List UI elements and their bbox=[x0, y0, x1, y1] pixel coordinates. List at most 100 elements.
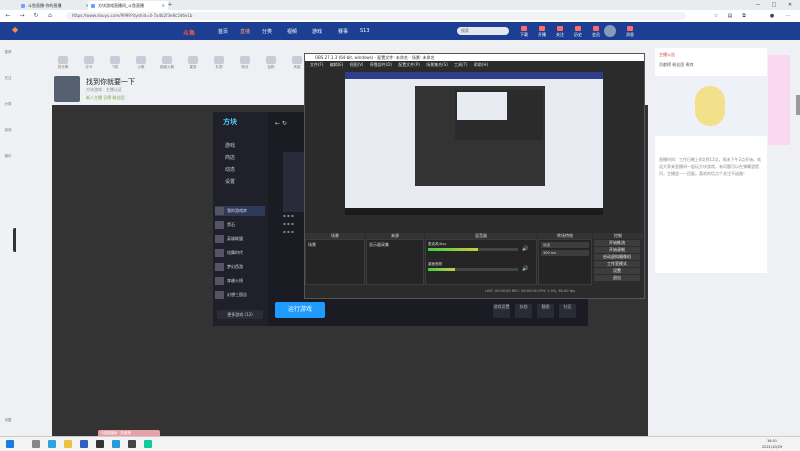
obs-menu-item[interactable]: 视图(V) bbox=[350, 62, 364, 67]
obs-menu-item[interactable]: 工具(T) bbox=[454, 62, 468, 67]
game-list-item[interactable]: 黑石 bbox=[215, 220, 265, 230]
gift-item[interactable]: 火箭 bbox=[130, 56, 152, 70]
save-button[interactable]: 存档 bbox=[515, 304, 532, 318]
sidebar-item-ent[interactable]: 娱乐 bbox=[2, 154, 14, 159]
scene-item[interactable]: 场景 bbox=[308, 242, 316, 248]
nav-game[interactable]: 游戏 bbox=[312, 28, 322, 35]
sidebar-item-game[interactable]: 游戏 bbox=[2, 128, 14, 133]
history-icon[interactable]: 历史 bbox=[572, 26, 584, 38]
obs-menu-item[interactable]: 编辑(E) bbox=[330, 62, 344, 67]
start-streaming-button[interactable]: 开始推流 bbox=[594, 240, 640, 246]
obs-menu-item[interactable]: 停靠部件(D) bbox=[370, 62, 392, 67]
back-button[interactable]: ← bbox=[4, 12, 12, 20]
launcher-back-icon[interactable]: ← ↻ bbox=[275, 120, 287, 127]
profile-icon[interactable]: ● bbox=[768, 12, 776, 20]
obs-icon[interactable] bbox=[96, 440, 104, 448]
obs-menu-item[interactable]: 帮助(H) bbox=[474, 62, 488, 67]
browser-tab-active[interactable]: 方块游戏直播间_斗鱼直播 ✕ bbox=[88, 1, 168, 10]
edge-icon[interactable] bbox=[48, 440, 56, 448]
store-icon[interactable] bbox=[80, 440, 88, 448]
game-icon[interactable] bbox=[112, 440, 120, 448]
sidebar-item-recommend[interactable]: 推荐 bbox=[2, 50, 14, 55]
streamer-avatar[interactable] bbox=[54, 76, 80, 102]
close-window-button[interactable]: ✕ bbox=[784, 1, 796, 9]
nav-s13[interactable]: S13 bbox=[360, 28, 370, 34]
rank-tabs[interactable]: 贡献榜 粉丝团 贵宾 bbox=[659, 62, 694, 68]
volume-icon[interactable]: 🔊 bbox=[522, 246, 528, 252]
gift-item[interactable]: 礼物 bbox=[208, 56, 230, 70]
gift-item[interactable]: 星辰 bbox=[182, 56, 204, 70]
new-tab-button[interactable]: + bbox=[164, 1, 176, 9]
obs-menu-item[interactable]: 文件(F) bbox=[310, 62, 323, 67]
more-games-button[interactable]: 更多游戏 (12) bbox=[217, 310, 263, 319]
user-avatar[interactable] bbox=[604, 25, 616, 37]
game-list-item[interactable]: 幻想三国志 bbox=[215, 290, 265, 300]
game-list-item[interactable]: 穿越火线 bbox=[215, 276, 265, 286]
community-button[interactable]: 社区 bbox=[559, 304, 576, 318]
studio-mode-button[interactable]: 工作室模式 bbox=[594, 261, 640, 267]
app-icon[interactable] bbox=[128, 440, 136, 448]
game-settings-button[interactable]: 游戏设置 bbox=[493, 304, 510, 318]
collections-icon[interactable]: ▤ bbox=[726, 12, 734, 20]
transition-select[interactable]: 淡出 bbox=[541, 242, 589, 248]
launcher-menu-item[interactable]: 商店 bbox=[225, 154, 235, 161]
gift-item[interactable]: 飞机 bbox=[104, 56, 126, 70]
home-button[interactable]: ⌂ bbox=[46, 12, 54, 20]
virtual-camera-button[interactable]: 启动虚拟摄像机 bbox=[594, 254, 640, 260]
game-list-item[interactable]: 英雄联盟 bbox=[215, 234, 265, 244]
source-item[interactable]: 显示器采集 bbox=[369, 242, 389, 248]
transition-duration[interactable]: 300 ms bbox=[541, 250, 589, 256]
launcher-menu-item[interactable]: 游戏 bbox=[225, 142, 235, 149]
forward-button[interactable]: → bbox=[18, 12, 26, 20]
more-icon[interactable]: ⋯ bbox=[784, 12, 792, 20]
gift-item[interactable]: 钻粉 bbox=[260, 56, 282, 70]
volume-icon[interactable]: 🔊 bbox=[522, 266, 528, 272]
minimize-button[interactable]: — bbox=[752, 1, 764, 9]
sidebar-settings[interactable]: 设置 bbox=[2, 418, 14, 423]
download-icon[interactable]: 下载 bbox=[518, 26, 530, 38]
nav-home[interactable]: 首页 bbox=[218, 28, 228, 35]
obs-menu-item[interactable]: 配置文件(P) bbox=[398, 62, 420, 67]
star-icon[interactable]: ☆ bbox=[712, 12, 720, 20]
site-search-input[interactable]: 搜索 bbox=[457, 27, 509, 35]
game-list-item[interactable]: 炫舞时代 bbox=[215, 248, 265, 258]
extensions-icon[interactable]: ⧉ bbox=[740, 12, 748, 20]
game-list-item[interactable]: 我的游戏库 bbox=[215, 206, 265, 216]
gift-item[interactable]: 超级火箭 bbox=[156, 56, 178, 70]
scrollbar-thumb[interactable] bbox=[796, 95, 800, 115]
message-icon[interactable]: 消息 bbox=[624, 26, 636, 38]
clock[interactable]: 16:01 2021/10/29 bbox=[762, 438, 782, 450]
search-icon[interactable] bbox=[32, 440, 40, 448]
reload-button[interactable]: ↻ bbox=[32, 12, 40, 20]
address-bar[interactable]: https://www.douyu.com/9999?dyshid=0-7a4b… bbox=[66, 12, 686, 20]
browser-tab[interactable]: 斗鱼直播-你的直播 ✕ bbox=[18, 1, 92, 10]
screenshot-button[interactable]: 截图 bbox=[537, 304, 554, 318]
run-game-button[interactable]: 运行游戏 bbox=[275, 302, 325, 318]
gift-item[interactable]: 办卡 bbox=[78, 56, 100, 70]
nav-match[interactable]: 赛事 bbox=[338, 28, 348, 35]
exit-button[interactable]: 退出 bbox=[594, 275, 640, 281]
gift-item[interactable]: 荧光棒 bbox=[52, 56, 74, 70]
sidebar-item-follow[interactable]: 关注 bbox=[2, 76, 14, 81]
start-icon[interactable] bbox=[6, 440, 14, 448]
vip-icon[interactable]: 会员 bbox=[590, 26, 602, 38]
folder-icon[interactable] bbox=[64, 440, 72, 448]
launcher-menu-item[interactable]: 动态 bbox=[225, 166, 235, 173]
nav-category[interactable]: 分类 bbox=[262, 28, 272, 35]
sidebar-item-category[interactable]: 分类 bbox=[2, 102, 14, 107]
follow-icon[interactable]: 关注 bbox=[554, 26, 566, 38]
obs-menu-item[interactable]: 场景集合(S) bbox=[426, 62, 448, 67]
gift-item[interactable]: 粉丝 bbox=[234, 56, 256, 70]
douyu-logo[interactable]: 斗鱼 bbox=[183, 28, 195, 37]
broadcast-icon[interactable]: 开播 bbox=[536, 26, 548, 38]
start-recording-button[interactable]: 开始录制 bbox=[594, 247, 640, 253]
nav-video[interactable]: 视频 bbox=[287, 28, 297, 35]
obs-preview[interactable] bbox=[345, 72, 603, 215]
site-logo[interactable]: ◆ bbox=[12, 25, 18, 34]
ad-banner[interactable] bbox=[768, 55, 790, 145]
game-list-item[interactable]: 梦幻西游 bbox=[215, 262, 265, 272]
app-icon[interactable] bbox=[144, 440, 152, 448]
launcher-menu-item[interactable]: 设置 bbox=[225, 178, 235, 185]
nav-live[interactable]: 直播 bbox=[240, 28, 250, 35]
settings-button[interactable]: 设置 bbox=[594, 268, 640, 274]
